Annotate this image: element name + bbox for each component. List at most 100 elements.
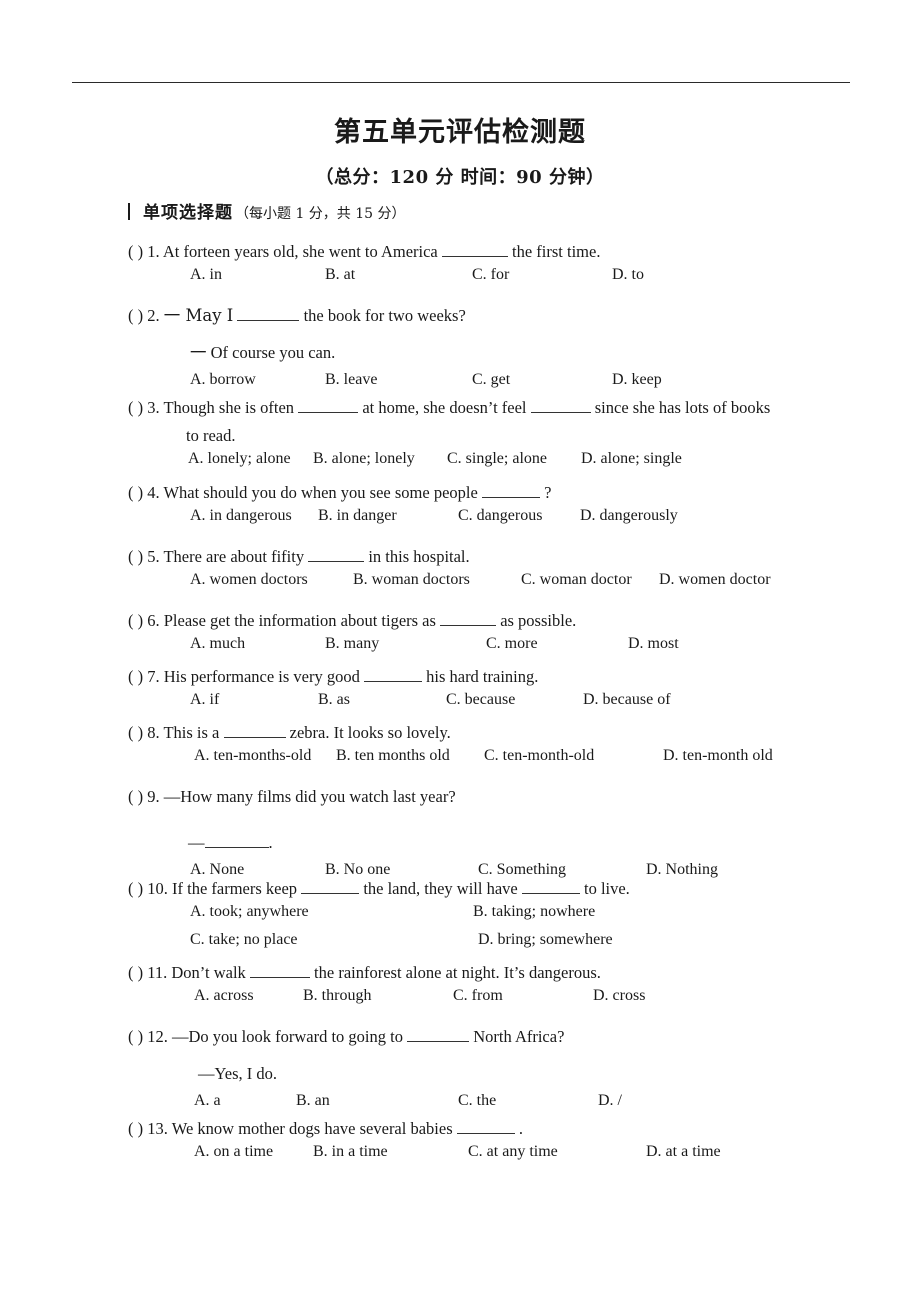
question-number: 11. [147,963,168,982]
option-b[interactable]: B. alone; lonely [313,450,415,468]
answer-bracket-8[interactable]: ( ) [128,719,143,747]
option-b[interactable]: B. in danger [318,507,397,525]
stem-text-after: his hard training. [426,667,539,686]
option-c[interactable]: C. more [486,635,538,653]
option-b[interactable]: B. through [303,987,371,1005]
option-d[interactable]: D. bring; somewhere [478,931,613,949]
option-a[interactable]: A. on a time [194,1143,273,1161]
question-number: 13. [147,1119,168,1138]
option-d[interactable]: D. women doctor [659,571,771,589]
answer-bracket-6[interactable]: ( ) [128,607,143,635]
page-title: 第五单元评估检测题 [334,117,586,148]
question-3: ( ) 3. Though she is often at home, she … [128,394,770,478]
answer-blank [308,561,365,562]
stem-text: We know mother dogs have several babies [171,1119,453,1138]
options-row: A. in dangerous B. in danger C. dangerou… [128,507,678,535]
question-number: 6. [147,611,160,630]
option-d[interactable]: D. because of [583,691,671,709]
option-c[interactable]: C. woman doctor [521,571,632,589]
option-c[interactable]: C. single; alone [447,450,547,468]
option-d[interactable]: D. at a time [646,1143,721,1161]
option-b[interactable]: B. ten months old [336,747,450,765]
option-c[interactable]: C. ten-month-old [484,747,594,765]
stem-text: Don’t walk [171,963,246,982]
option-a[interactable]: A. lonely; alone [188,450,291,468]
stem-text-mid: the land, they will have [363,879,518,898]
option-b[interactable]: B. at [325,266,355,284]
question-number: 5. [147,547,160,566]
answer-bracket-5[interactable]: ( ) [128,543,143,571]
stem-text-after: since she has lots of books [594,398,771,417]
option-b[interactable]: B. an [296,1092,330,1110]
option-c[interactable]: C. at any time [468,1143,558,1161]
option-c[interactable]: C. dangerous [458,507,542,525]
option-b[interactable]: B. taking; nowhere [473,903,595,921]
options-row: A. across B. through C. from D. cross [128,987,645,1015]
stem-text-after: to live. [583,879,630,898]
option-b[interactable]: B. as [318,691,350,709]
section-title: 单项选择题 [143,203,233,223]
option-c[interactable]: C. because [446,691,515,709]
option-d[interactable]: D. keep [612,371,662,389]
answer-bracket-10[interactable]: ( ) [128,875,143,903]
option-d[interactable]: D. dangerously [580,507,678,525]
answer-bracket-13[interactable]: ( ) [128,1115,143,1143]
question-1: ( ) 1. At forteen years old, she went to… [128,238,644,294]
answer-bracket-12[interactable]: ( ) [128,1023,143,1051]
option-b[interactable]: B. in a time [313,1143,388,1161]
stem-text: Though she is often [163,398,295,417]
option-a[interactable]: A. in [190,266,222,284]
option-c[interactable]: C. take; no place [190,931,298,949]
option-d[interactable]: D. most [628,635,679,653]
answer-bracket-11[interactable]: ( ) [128,959,143,987]
option-a[interactable]: A. took; anywhere [190,903,309,921]
option-a[interactable]: A. across [194,987,254,1005]
answer-bracket-1[interactable]: ( ) [128,238,143,266]
answer-bracket-9[interactable]: ( ) [128,783,143,811]
stem-text: There are about fifity [163,547,305,566]
option-a[interactable]: A. a [194,1092,221,1110]
question-stem: ( ) 3. Though she is often at home, she … [128,394,770,422]
answer-bracket-3[interactable]: ( ) [128,394,143,422]
question-number: 8. [147,723,160,742]
option-a[interactable]: A. much [190,635,245,653]
option-a[interactable]: A. ten-months-old [194,747,311,765]
answer-bracket-4[interactable]: ( ) [128,479,143,507]
answer-bracket-7[interactable]: ( ) [128,663,143,691]
question-stem: ( ) 13. We know mother dogs have several… [128,1115,523,1143]
answer-blank [441,256,508,257]
answer-blank-2 [530,412,591,413]
question-stem: ( ) 5. There are about fifity in this ho… [128,543,470,571]
option-a[interactable]: A. in dangerous [190,507,292,525]
options-row: A. on a time B. in a time C. at any time… [128,1143,721,1171]
question-4: ( ) 4. What should you do when you see s… [128,479,678,535]
question-number: 7. [147,667,160,686]
option-d[interactable]: D. ten-month old [663,747,773,765]
option-a[interactable]: A. borrow [190,371,256,389]
option-d[interactable]: D. cross [593,987,645,1005]
question-continuation: —. [128,829,456,857]
question-6: ( ) 6. Please get the information about … [128,607,679,663]
dash-prefix: — [188,833,205,852]
option-c[interactable]: C. the [458,1092,496,1110]
option-d[interactable]: D. Nothing [646,861,718,879]
options-row: A. women doctors B. woman doctors C. wom… [128,571,771,599]
stem-text: At forteen years old, she went to Americ… [162,242,438,261]
option-c[interactable]: C. for [472,266,509,284]
answer-bracket-2[interactable]: ( ) [128,302,143,330]
option-d[interactable]: D. / [598,1092,622,1110]
option-d[interactable]: D. alone; single [581,450,682,468]
option-a[interactable]: A. women doctors [190,571,308,589]
stem-text: —Do you look forward to going to [172,1027,403,1046]
question-stem: ( ) 12. —Do you look forward to going to… [128,1023,564,1051]
option-d[interactable]: D. to [612,266,644,284]
option-a[interactable]: A. if [190,691,219,709]
stem-text-after: as possible. [500,611,577,630]
option-b[interactable]: B. many [325,635,379,653]
option-c[interactable]: C. from [453,987,503,1005]
options-row: A. in B. at C. for D. to [128,266,644,294]
option-b[interactable]: B. leave [325,371,377,389]
options-row: A. lonely; alone B. alone; lonely C. sin… [128,450,770,478]
option-b[interactable]: B. woman doctors [353,571,470,589]
option-c[interactable]: C. get [472,371,510,389]
